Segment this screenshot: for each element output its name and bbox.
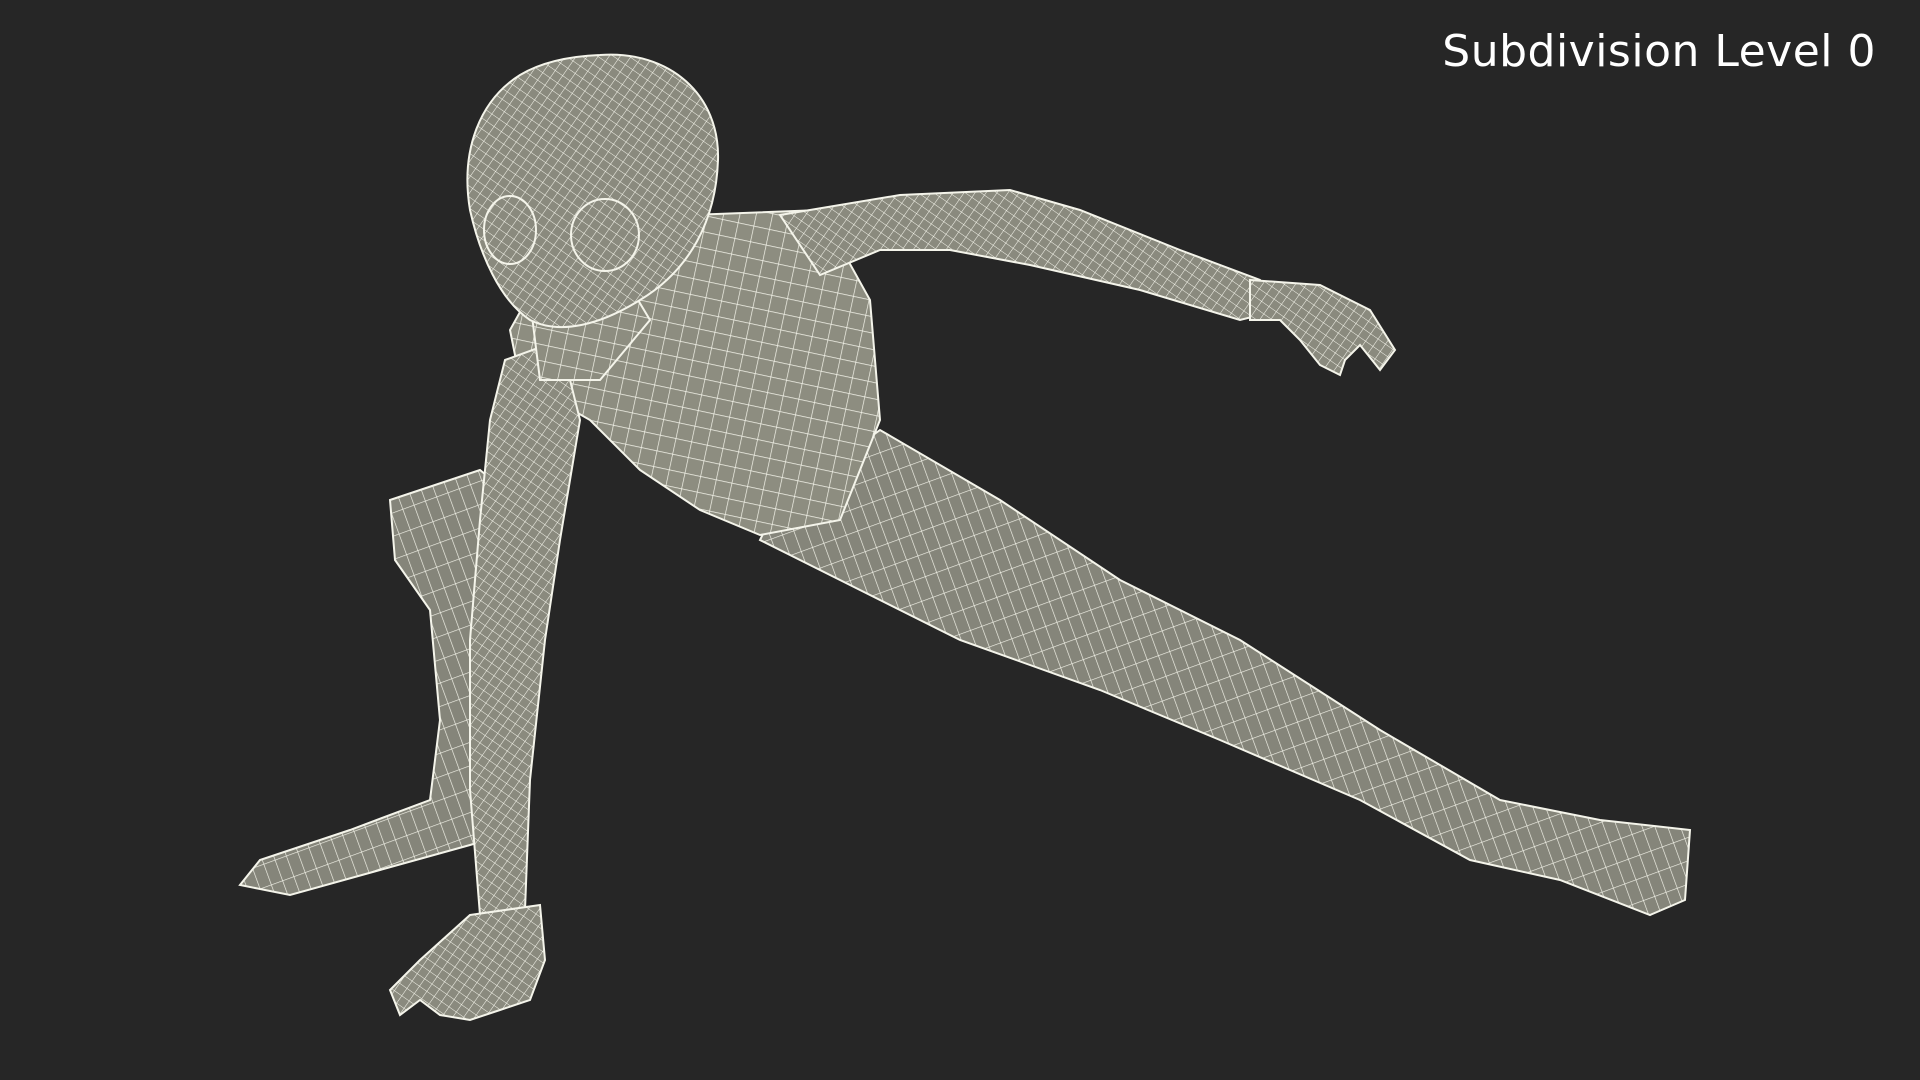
eye-right (570, 198, 640, 272)
wireframe-figure (238, 53, 1692, 1022)
eye-left (483, 195, 537, 265)
right-leg (758, 428, 1692, 917)
subdivision-level-label: Subdivision Level 0 (1442, 26, 1876, 77)
left-arm (469, 338, 582, 917)
render-viewport: Subdivision Level 0 (0, 0, 1920, 1080)
left-hand (388, 903, 547, 1022)
right-hand (1249, 278, 1397, 377)
